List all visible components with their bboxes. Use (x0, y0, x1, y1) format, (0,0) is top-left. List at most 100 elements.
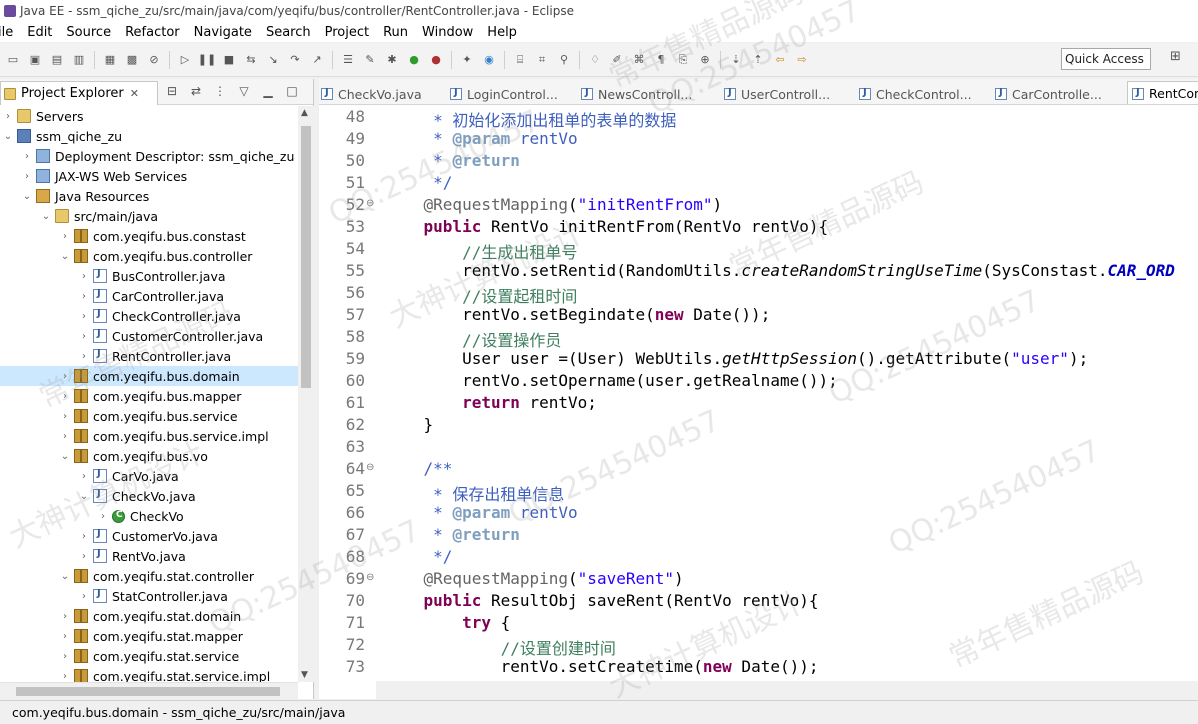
link-editor-icon[interactable]: ⇄ (188, 84, 204, 100)
collapse-twisty-icon[interactable]: › (78, 591, 90, 602)
edit-icon[interactable]: ✎ (362, 52, 378, 68)
explorer-horizontal-scrollbar[interactable] (0, 682, 298, 699)
collapse-twisty-icon[interactable]: › (59, 371, 71, 382)
expand-twisty-icon[interactable]: ⌄ (40, 211, 52, 222)
explorer-vertical-scrollbar[interactable]: ▲ ▼ (298, 106, 314, 682)
tree-item[interactable]: › JAX-WS Web Services (0, 166, 298, 186)
external-tools-icon[interactable]: ● (428, 52, 444, 68)
collapse-twisty-icon[interactable]: › (59, 431, 71, 442)
back-icon[interactable]: ⇦ (772, 52, 788, 68)
run-icon[interactable]: ● (406, 52, 422, 68)
collapse-twisty-icon[interactable]: › (78, 331, 90, 342)
project-explorer-tab[interactable]: Project Explorer ✕ (0, 81, 158, 105)
collapse-twisty-icon[interactable]: › (59, 611, 71, 622)
tree-item[interactable]: › com.yeqifu.stat.domain (0, 606, 298, 626)
annotation-icon[interactable]: ♢ (587, 52, 603, 68)
fold-toggle-icon[interactable]: ⊖ (366, 198, 374, 209)
collapse-twisty-icon[interactable]: › (59, 411, 71, 422)
tree-item[interactable]: › CustomerVo.java (0, 526, 298, 546)
tree-item[interactable]: › BusController.java (0, 266, 298, 286)
tree-item[interactable]: › com.yeqifu.bus.domain (0, 366, 298, 386)
editor-tab[interactable]: CheckVo.java (321, 83, 422, 104)
tree-item[interactable]: › Deployment Descriptor: ssm_qiche_zu (0, 146, 298, 166)
collapse-twisty-icon[interactable]: › (78, 471, 90, 482)
tree-item[interactable]: › RentVo.java (0, 546, 298, 566)
editor-tab[interactable]: UserControll... (724, 83, 830, 104)
tree-item[interactable]: › CarVo.java (0, 466, 298, 486)
close-icon[interactable]: ✕ (130, 87, 139, 100)
collapse-twisty-icon[interactable]: › (59, 391, 71, 402)
tree-item[interactable]: › CheckVo (0, 506, 298, 526)
tree-item[interactable]: ⌄ CheckVo.java (0, 486, 298, 506)
menu-refactor[interactable]: Refactor (125, 25, 180, 40)
skip-breakpoints-icon[interactable]: ⊘ (146, 52, 162, 68)
step-into-icon[interactable]: ↘ (265, 52, 281, 68)
collapse-twisty-icon[interactable]: › (2, 111, 14, 122)
minimize-icon[interactable]: ▁ (260, 84, 276, 100)
menu-window[interactable]: Window (422, 25, 473, 40)
tree-item[interactable]: ⌄ com.yeqifu.bus.vo (0, 446, 298, 466)
menu-project[interactable]: Project (325, 25, 369, 40)
expand-twisty-icon[interactable]: ⌄ (78, 491, 90, 502)
code-area[interactable]: 48 49 50 51 52 ⊖ 53 54 55 56 57 58 59 60 61 62 63 64 ⊖ 65 66… (319, 106, 1198, 681)
tree-item[interactable]: › com.yeqifu.bus.service (0, 406, 298, 426)
fold-toggle-icon[interactable]: ⊖ (366, 572, 374, 583)
terminal-icon[interactable]: ▥ (71, 52, 87, 68)
show-whitespace-icon[interactable]: ¶ (653, 52, 669, 68)
tree-item[interactable]: › com.yeqifu.bus.constast (0, 226, 298, 246)
collapse-twisty-icon[interactable]: › (59, 231, 71, 242)
expand-twisty-icon[interactable]: ⌄ (21, 191, 33, 202)
search-icon[interactable]: ⚲ (556, 52, 572, 68)
view-menu-icon[interactable]: ▽ (236, 84, 252, 100)
maximize-icon[interactable]: □ (284, 84, 300, 100)
menu-file[interactable]: ile (0, 25, 13, 40)
web-browser-icon[interactable]: ⊕ (697, 52, 713, 68)
quick-access-input[interactable]: Quick Access (1061, 48, 1151, 70)
tree-item[interactable]: › com.yeqifu.stat.mapper (0, 626, 298, 646)
forward-icon[interactable]: ⇨ (794, 52, 810, 68)
scroll-down-icon[interactable]: ▼ (301, 670, 308, 680)
tree-item[interactable]: › RentController.java (0, 346, 298, 366)
editor-tab[interactable]: CarControlle... (995, 83, 1102, 104)
tree-item[interactable]: ⌄ src/main/java (0, 206, 298, 226)
tree-item[interactable]: › StatController.java (0, 586, 298, 606)
collapse-twisty-icon[interactable]: › (78, 271, 90, 282)
open-task-icon[interactable]: ⌗ (534, 52, 550, 68)
disconnect-icon[interactable]: ⇆ (243, 52, 259, 68)
tree-item[interactable]: › CheckController.java (0, 306, 298, 326)
task-icon[interactable]: ☰ (340, 52, 356, 68)
collapse-twisty-icon[interactable]: › (78, 551, 90, 562)
tree-item[interactable]: ⌄ Java Resources (0, 186, 298, 206)
menu-search[interactable]: Search (266, 25, 311, 40)
suspend-icon[interactable]: ❚❚ (198, 52, 216, 68)
collapse-twisty-icon[interactable]: › (78, 531, 90, 542)
save-icon[interactable]: ▣ (27, 52, 43, 68)
new-icon[interactable]: ▭ (5, 52, 21, 68)
expand-twisty-icon[interactable]: ⌄ (59, 451, 71, 462)
collapse-twisty-icon[interactable]: › (97, 511, 109, 522)
tree-item[interactable]: › com.yeqifu.stat.service.impl (0, 666, 298, 682)
collapse-twisty-icon[interactable]: › (59, 631, 71, 642)
collapse-twisty-icon[interactable]: › (21, 151, 33, 162)
editor-tab[interactable]: RentCont (1127, 81, 1198, 104)
tree-item[interactable]: › CarController.java (0, 286, 298, 306)
next-annotation-icon[interactable]: ⇣ (728, 52, 744, 68)
editor-tab[interactable]: NewsControll... (581, 83, 692, 104)
tree-item[interactable]: › com.yeqifu.bus.mapper (0, 386, 298, 406)
menu-source[interactable]: Source (66, 25, 111, 40)
tree-item[interactable]: › Servers (0, 106, 298, 126)
editor-tab[interactable]: CheckControl... (859, 83, 972, 104)
prev-annotation-icon[interactable]: ⇡ (750, 52, 766, 68)
terminate-icon[interactable]: ■ (221, 52, 237, 68)
menu-edit[interactable]: Edit (27, 25, 52, 40)
save-all-icon[interactable]: ▤ (49, 52, 65, 68)
scrollbar-thumb[interactable] (301, 126, 311, 388)
mark-occurrences-icon[interactable]: ✐ (609, 52, 625, 68)
expand-twisty-icon[interactable]: ⌄ (2, 131, 14, 142)
menu-help[interactable]: Help (487, 25, 517, 40)
filter-icon[interactable]: ⋮ (212, 84, 228, 100)
word-wrap-icon[interactable]: ⎘ (675, 52, 691, 68)
menu-navigate[interactable]: Navigate (194, 25, 252, 40)
perspective-icon[interactable]: ⊞ (1170, 49, 1190, 69)
resume-icon[interactable]: ▷ (177, 52, 193, 68)
